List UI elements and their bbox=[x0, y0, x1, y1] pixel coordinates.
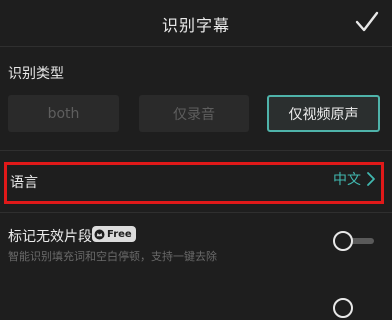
crown-icon bbox=[94, 229, 105, 239]
checkmark-icon[interactable] bbox=[354, 9, 380, 35]
mark-invalid-label: 标记无效片段 bbox=[8, 229, 92, 245]
toggle-knob bbox=[333, 298, 353, 318]
chevron-right-icon bbox=[367, 172, 375, 186]
next-toggle[interactable] bbox=[333, 298, 355, 320]
badge-text: Free bbox=[107, 228, 132, 240]
language-label: 语言 bbox=[10, 175, 38, 191]
language-value: 中文 bbox=[333, 172, 361, 188]
free-badge: Free bbox=[92, 226, 136, 242]
page-title: 识别字幕 bbox=[161, 16, 230, 35]
type-option-video-original[interactable]: 仅视频原声 bbox=[267, 95, 380, 132]
mark-invalid-description: 智能识别填充词和空白停顿，支持一键去除 bbox=[8, 250, 217, 263]
section-divider-2 bbox=[0, 212, 392, 213]
mark-invalid-toggle[interactable] bbox=[332, 230, 376, 252]
header-divider bbox=[0, 46, 392, 47]
type-option-both[interactable]: both bbox=[8, 95, 119, 132]
type-option-record-only[interactable]: 仅录音 bbox=[139, 95, 249, 132]
top-bar: 识别字幕 bbox=[0, 0, 392, 46]
section-divider bbox=[0, 150, 392, 151]
language-row[interactable]: 语言 中文 bbox=[4, 162, 384, 204]
toggle-knob bbox=[333, 231, 353, 251]
recognition-type-label: 识别类型 bbox=[8, 66, 64, 82]
